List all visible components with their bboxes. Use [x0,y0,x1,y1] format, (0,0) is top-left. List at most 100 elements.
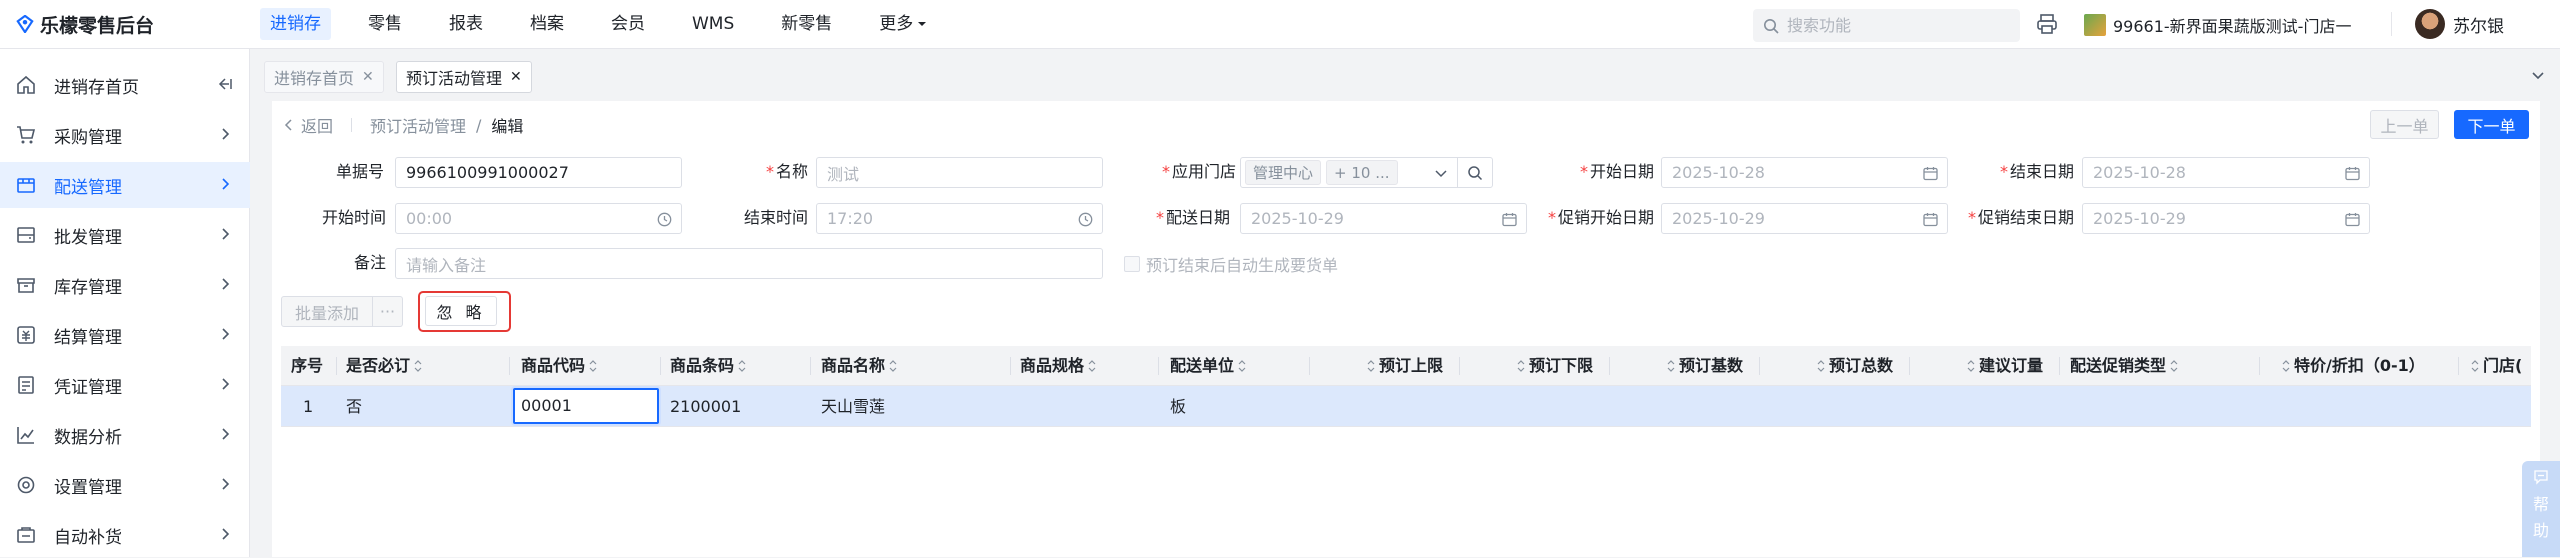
sidebar-item-inventory-home[interactable]: 进销存首页 [0,62,250,108]
search-icon[interactable] [1467,165,1483,181]
settings-icon [17,476,35,494]
close-icon[interactable]: ✕ [362,69,374,85]
sidebar-item-wholesale[interactable]: 批发管理 [0,212,250,258]
search-box[interactable] [1753,9,2020,42]
sidebar-item-purchase[interactable]: 采购管理 [0,112,250,158]
sidebar-item-label: 库存管理 [54,277,122,298]
back-link[interactable]: 返回 [283,113,333,137]
settlement-icon [17,326,35,344]
col-header-required[interactable]: 是否必订 [346,346,423,386]
chevron-right-icon [222,178,230,190]
cell-unit[interactable]: 板 [1170,386,1186,427]
sidebar-item-label: 配送管理 [54,177,122,198]
store-more-chip: + 10 ... [1326,160,1398,185]
batch-add-button[interactable]: 批量添加 [281,296,374,327]
promo-start-field[interactable]: 2025-10-29 [1661,203,1948,234]
col-header-barcode[interactable]: 商品条码 [670,346,747,386]
remark-label: 备注 [353,253,386,272]
start-time-label: 开始时间 [321,208,386,227]
topnav-more[interactable]: 更多 [869,8,937,40]
col-header-code[interactable]: 商品代码 [521,346,598,386]
avatar [2415,9,2445,39]
start-time-field[interactable]: 00:00 [395,203,682,234]
promo-end-label: * 促销结束日期 [1967,208,2074,227]
cell-name[interactable]: 天山雪莲 [821,386,885,427]
store-select[interactable]: 管理中心 + 10 ... [1240,157,1493,188]
chevron-right-icon [222,378,230,390]
caret-down-icon [918,22,927,26]
name-field[interactable]: 测试 [816,157,1103,188]
page-tabs: 进销存首页 ✕ 预订活动管理 ✕ [261,59,2560,95]
app-logo[interactable]: 乐檬零售后台 [16,12,155,37]
calendar-icon [2345,167,2360,181]
sidebar-item-delivery[interactable]: 配送管理 [0,162,250,208]
sidebar-item-label: 自动补货 [54,527,122,548]
col-header-discount[interactable]: 特价/折扣（0-1） [2281,346,2425,386]
ignore-button[interactable]: 忽 略 [425,296,497,326]
topnav-inventory[interactable]: 进销存 [260,8,331,40]
store-switcher[interactable]: 99661-新界面果蔬版测试-门店一 [2084,13,2351,37]
items-grid: 序号 是否必订 商品代码 商品条码 商品名称 商品规格 配送单位 预订上限 预订… [281,346,2531,428]
sidebar-item-auto-replenish[interactable]: 自动补货 [0,512,250,558]
col-divider [1459,357,1460,375]
col-header-suggested[interactable]: 建议订量 [1966,346,2043,386]
col-header-promo-type[interactable]: 配送促销类型 [2070,346,2179,386]
user-menu[interactable]: 苏尔银 [2415,9,2504,39]
app-title: 乐檬零售后台 [40,14,155,37]
topnav-wms[interactable]: WMS [682,8,744,40]
tab-label: 进销存首页 [274,69,355,88]
help-button[interactable]: 帮 助 [2522,461,2560,557]
col-header-total[interactable]: 预订总数 [1816,346,1893,386]
sidebar-item-label: 凭证管理 [54,377,122,398]
sort-icon [1817,360,1825,372]
chevron-down-icon[interactable] [2530,67,2546,83]
more-actions-button[interactable]: ··· [373,296,404,327]
topnav-retail[interactable]: 零售 [358,8,412,40]
sidebar-item-settings[interactable]: 设置管理 [0,462,250,508]
start-date-field[interactable]: 2025-10-28 [1661,157,1948,188]
auto-gen-checkbox[interactable] [1124,256,1140,272]
tab-reservation-management[interactable]: 预订活动管理 ✕ [396,61,532,93]
sidebar-item-analytics[interactable]: 数据分析 [0,412,250,458]
search-input[interactable] [1787,16,1987,35]
col-header-upper[interactable]: 预订上限 [1366,346,1443,386]
collapse-sidebar-icon[interactable] [218,77,232,91]
sidebar-item-stock[interactable]: 库存管理 [0,262,250,308]
help-label-1: 帮 [2532,495,2549,514]
select-divider [1457,158,1458,187]
end-time-field[interactable]: 17:20 [816,203,1103,234]
topnav-new-retail[interactable]: 新零售 [771,8,842,40]
delivery-date-field[interactable]: 2025-10-29 [1240,203,1527,234]
breadcrumb-divider [351,118,353,132]
tab-inventory-home[interactable]: 进销存首页 ✕ [264,61,384,93]
col-header-name[interactable]: 商品名称 [821,346,898,386]
col-header-spec[interactable]: 商品规格 [1020,346,1097,386]
prev-order-button[interactable]: 上一单 [2370,110,2439,139]
inventory-icon [17,278,35,293]
auto-gen-option[interactable]: 预订结束后自动生成要货单 [1124,252,1338,276]
col-header-store[interactable]: 门店( [2470,346,2522,386]
topnav-members[interactable]: 会员 [601,8,655,40]
cell-barcode[interactable]: 2100001 [670,386,741,427]
topnav-archives[interactable]: 档案 [520,8,574,40]
sidebar-item-settlement[interactable]: 结算管理 [0,312,250,358]
delivery-icon [17,178,35,193]
sidebar-item-voucher[interactable]: 凭证管理 [0,362,250,408]
col-header-lower[interactable]: 预订下限 [1516,346,1593,386]
cell-code-editor[interactable]: 00001 [513,388,659,424]
col-divider [1309,357,1310,375]
order-no-field[interactable]: 9966100991000027 [395,157,682,188]
col-divider [1158,357,1159,375]
col-header-unit[interactable]: 配送单位 [1170,346,1247,386]
calendar-icon [1923,167,1938,181]
close-icon[interactable]: ✕ [510,69,522,85]
topnav-reports[interactable]: 报表 [439,8,493,40]
printer-icon[interactable] [2036,13,2058,35]
col-header-base[interactable]: 预订基数 [1666,346,1743,386]
next-order-button[interactable]: 下一单 [2454,110,2529,139]
cell-required[interactable]: 否 [346,386,362,427]
end-date-field[interactable]: 2025-10-28 [2082,157,2370,188]
promo-end-field[interactable]: 2025-10-29 [2082,203,2370,234]
remark-field[interactable]: 请输入备注 [395,248,1103,279]
breadcrumb-parent[interactable]: 预订活动管理 [370,113,466,137]
